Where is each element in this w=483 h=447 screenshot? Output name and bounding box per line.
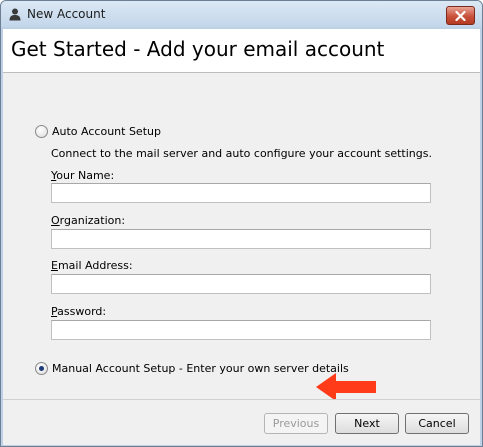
email-address-label-text: mail Address: bbox=[57, 259, 133, 272]
dialog-header: Get Started - Add your email account bbox=[3, 29, 480, 73]
organization-accesskey: O bbox=[51, 214, 60, 227]
your-name-label-text: our Name: bbox=[56, 169, 115, 182]
manual-account-setup-option[interactable]: Manual Account Setup - Enter your own se… bbox=[35, 362, 349, 375]
left-arrow-icon bbox=[316, 373, 376, 401]
organization-input[interactable] bbox=[51, 229, 431, 249]
manual-account-setup-radio[interactable] bbox=[35, 362, 48, 375]
close-button[interactable] bbox=[446, 6, 475, 25]
email-address-input[interactable] bbox=[51, 274, 431, 294]
dialog-footer: Previous Next Cancel bbox=[3, 399, 480, 445]
organization-label-text: rganization: bbox=[59, 214, 126, 227]
email-address-accesskey: E bbox=[51, 259, 58, 272]
manual-account-setup-label: Manual Account Setup - Enter your own se… bbox=[52, 362, 349, 375]
your-name-label: Your Name: bbox=[51, 169, 114, 182]
window-title: New Account bbox=[27, 7, 106, 21]
auto-setup-description: Connect to the mail server and auto conf… bbox=[51, 147, 432, 160]
new-account-window: New Account Get Started - Add your email… bbox=[0, 0, 483, 447]
auto-account-setup-label: Auto Account Setup bbox=[52, 125, 161, 138]
password-label: Password: bbox=[51, 305, 106, 318]
your-name-input[interactable] bbox=[51, 183, 431, 203]
setup-options-panel: Auto Account Setup Connect to the mail s… bbox=[3, 73, 480, 401]
user-icon bbox=[9, 8, 21, 21]
previous-button[interactable]: Previous bbox=[264, 413, 328, 434]
dialog-client-area: Get Started - Add your email account Aut… bbox=[3, 29, 480, 445]
auto-account-setup-radio[interactable] bbox=[35, 125, 48, 138]
auto-account-setup-option[interactable]: Auto Account Setup bbox=[35, 125, 161, 138]
next-button[interactable]: Next bbox=[335, 413, 399, 434]
password-label-text: assword: bbox=[57, 305, 107, 318]
page-title: Get Started - Add your email account bbox=[11, 37, 385, 61]
title-bar: New Account bbox=[1, 1, 482, 27]
password-input[interactable] bbox=[51, 320, 431, 340]
organization-label: Organization: bbox=[51, 214, 125, 227]
cancel-button[interactable]: Cancel bbox=[405, 413, 469, 434]
close-icon bbox=[455, 10, 466, 21]
email-address-label: Email Address: bbox=[51, 259, 133, 272]
